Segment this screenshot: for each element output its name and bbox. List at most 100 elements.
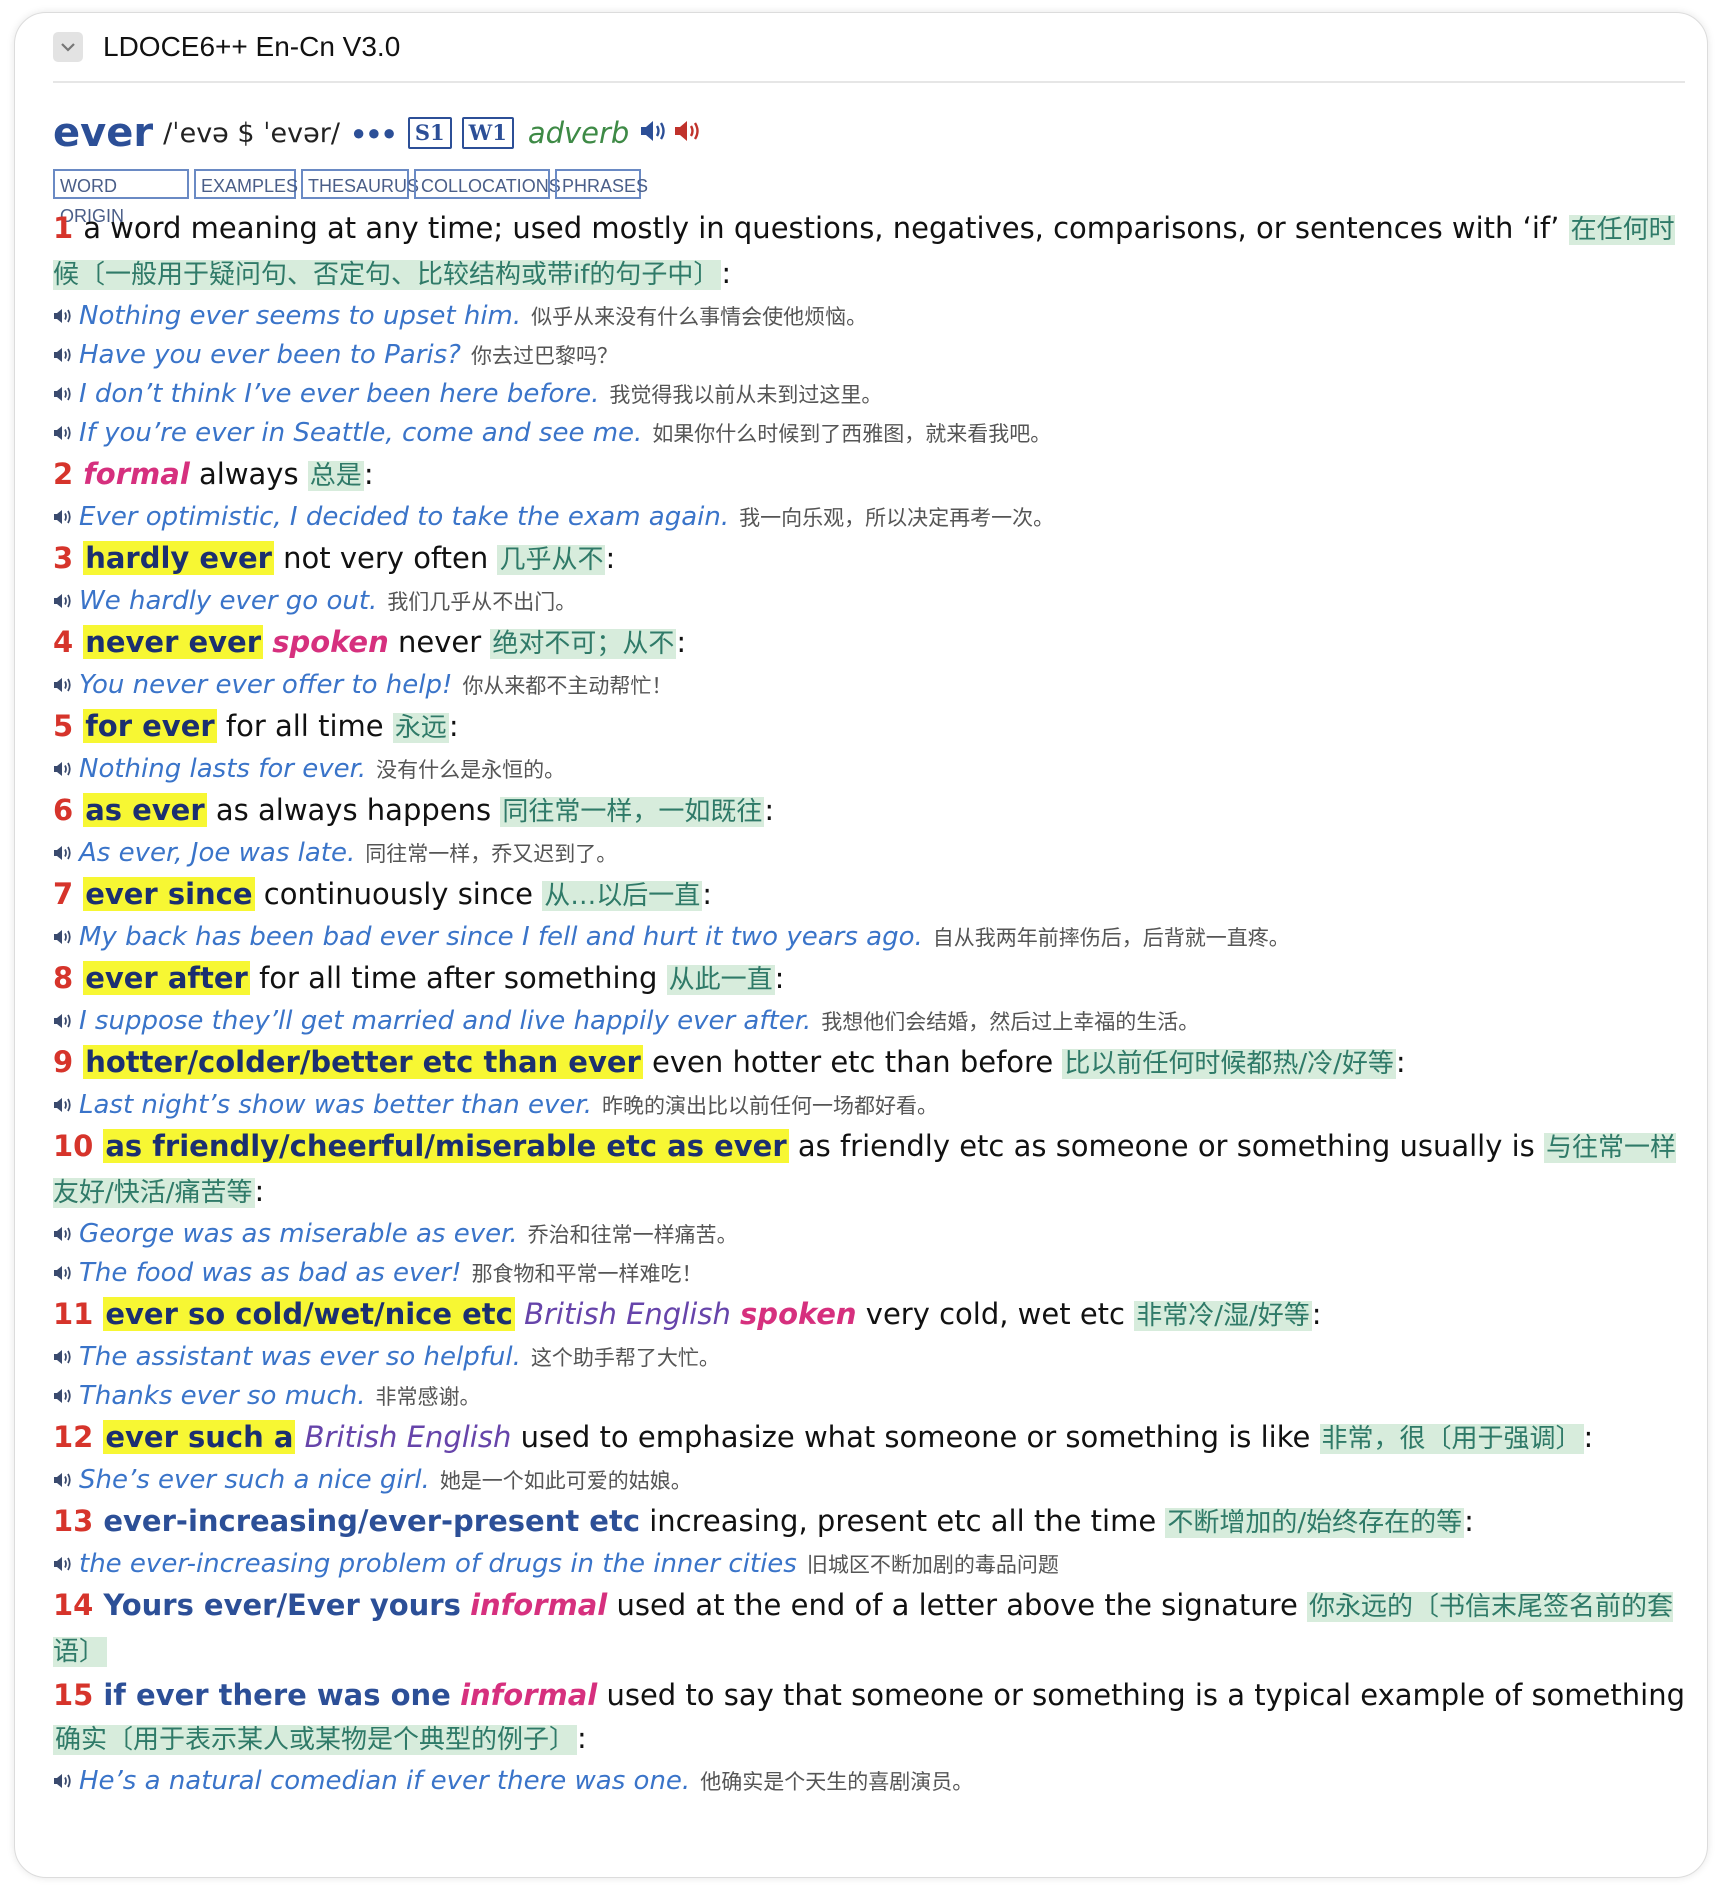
sense-number: 8	[53, 961, 74, 995]
speaker-icon[interactable]	[53, 337, 73, 375]
speaker-icon[interactable]	[53, 376, 73, 414]
register-label: spoken	[740, 1297, 857, 1331]
speaker-icon[interactable]	[53, 1003, 73, 1041]
sense-number: 9	[53, 1045, 74, 1079]
sense-translation: 从…以后一直	[542, 881, 703, 911]
example-english: I suppose they’ll get married and live h…	[79, 1006, 812, 1036]
speaker-icon[interactable]	[53, 1546, 73, 1584]
collapse-button[interactable]	[53, 32, 83, 62]
sense-colon: :	[577, 1721, 587, 1755]
sense-phrase: if ever there was one	[103, 1678, 451, 1712]
speaker-icon[interactable]	[53, 415, 73, 453]
speaker-icon[interactable]	[53, 1339, 73, 1377]
sense-number: 13	[53, 1504, 94, 1538]
example-english: Nothing ever seems to upset him.	[79, 301, 522, 331]
sense-list: 1 a word meaning at any time; used mostly…	[53, 207, 1693, 1801]
example-sentence: George was as miserable as ever. 乔治和往常一样痛…	[53, 1215, 1693, 1254]
sense-definition: used at the end of a letter above the si…	[616, 1588, 1298, 1622]
example-english: As ever, Joe was late.	[79, 838, 356, 868]
example-translation: 那食物和平常一样难吃！	[471, 1262, 703, 1286]
sense-15: 15 if ever there was one informal used to…	[53, 1674, 1693, 1762]
dictionary-title: LDOCE6++ En-Cn V3.0	[103, 31, 401, 62]
speaker-icon[interactable]	[53, 919, 73, 957]
example-sentence: The food was as bad as ever! 那食物和平常一样难吃！	[53, 1254, 1693, 1293]
sense-2: 2 formal always 总是:	[53, 453, 1693, 498]
example-sentence: I suppose they’ll get married and live h…	[53, 1002, 1693, 1041]
example-english: Ever optimistic, I decided to take the e…	[79, 502, 730, 532]
spoken-frequency-badge: S1	[407, 117, 452, 149]
speaker-icon[interactable]	[53, 667, 73, 705]
sense-5: 5 for ever for all time 永远:	[53, 705, 1693, 750]
header-divider	[53, 81, 1685, 83]
example-sentence: Thanks ever so much. 非常感谢。	[53, 1377, 1693, 1416]
speaker-icon[interactable]	[53, 298, 73, 336]
register-label: spoken	[272, 625, 389, 659]
example-translation: 如果你什么时候到了西雅图，就来看我吧。	[652, 422, 1052, 446]
sense-number: 14	[53, 1588, 94, 1622]
speaker-icon[interactable]	[53, 1763, 73, 1801]
sense-colon: :	[1395, 1045, 1406, 1079]
speaker-icon[interactable]	[53, 1216, 73, 1254]
sense-translation: 确实〔用于表示某人或某物是个典型的例子〕	[53, 1725, 578, 1755]
part-of-speech: adverb	[527, 116, 630, 150]
sense-colon: :	[702, 877, 713, 911]
example-english: Have you ever been to Paris?	[79, 340, 461, 370]
example-sentence: the ever-increasing problem of drugs in …	[53, 1545, 1693, 1584]
speaker-icon[interactable]	[53, 1255, 73, 1293]
sense-colon: :	[363, 457, 374, 491]
sense-phrase: as friendly/cheerful/miserable etc as ev…	[103, 1129, 789, 1163]
example-translation: 似乎从来没有什么事情会使他烦恼。	[531, 305, 868, 329]
speaker-icon[interactable]	[53, 835, 73, 873]
speaker-us-icon[interactable]	[673, 118, 703, 149]
example-english: the ever-increasing problem of drugs in …	[79, 1549, 797, 1579]
tab-word-origin[interactable]: WORD ORIGIN	[53, 169, 189, 226]
sense-1: 1 a word meaning at any time; used mostly…	[53, 207, 1693, 297]
example-sentence: I don’t think I’ve ever been here before…	[53, 375, 1693, 414]
speaker-icon[interactable]	[53, 1378, 73, 1416]
sense-definition: continuously since	[263, 877, 534, 911]
tab-collocations[interactable]: COLLOCATIONS	[414, 169, 561, 199]
sense-definition: even hotter etc than before	[652, 1045, 1054, 1079]
tab-thesaurus[interactable]: THESAURUS	[301, 169, 419, 199]
speaker-uk-icon[interactable]	[639, 118, 669, 149]
sense-4: 4 never ever spoken never 绝对不可；从不:	[53, 621, 1693, 666]
headword: ever	[53, 110, 154, 156]
frequency-dots: ●●●	[351, 120, 398, 145]
sense-colon: :	[448, 709, 459, 743]
speaker-icon[interactable]	[53, 1087, 73, 1125]
sense-colon: :	[764, 793, 775, 827]
sense-7: 7 ever since continuously since 从…以后一直:	[53, 873, 1693, 918]
speaker-icon[interactable]	[53, 1462, 73, 1500]
sense-translation: 同往常一样，一如既往	[500, 797, 765, 827]
example-translation: 我想他们会结婚，然后过上幸福的生活。	[821, 1010, 1200, 1034]
sense-colon: :	[1464, 1504, 1474, 1538]
pronunciation: /ˈevə $ ˈevər/	[163, 117, 340, 149]
sense-8: 8 ever after for all time after something…	[53, 957, 1693, 1002]
example-translation: 她是一个如此可爱的姑娘。	[439, 1469, 692, 1493]
example-sentence: He’s a natural comedian if ever there wa…	[53, 1762, 1693, 1801]
dictionary-panel: LDOCE6++ En-Cn V3.0 ever /ˈevə $ ˈevər/ …	[14, 12, 1708, 1878]
example-sentence: She’s ever such a nice girl. 她是一个如此可爱的姑娘。	[53, 1461, 1693, 1500]
example-translation: 你从来都不主动帮忙！	[462, 674, 673, 698]
sense-definition: as friendly etc as someone or something …	[797, 1129, 1535, 1163]
sense-phrase: for ever	[83, 709, 217, 743]
speaker-icon[interactable]	[53, 499, 73, 537]
example-sentence: Have you ever been to Paris? 你去过巴黎吗？	[53, 336, 1693, 375]
sense-translation: 非常冷/湿/好等	[1134, 1301, 1312, 1331]
sense-definition: as always happens	[215, 793, 492, 827]
example-sentence: Ever optimistic, I decided to take the e…	[53, 498, 1693, 537]
sense-translation: 绝对不可；从不	[490, 629, 677, 659]
sense-10: 10 as friendly/cheerful/miserable etc as …	[53, 1125, 1693, 1215]
example-translation: 非常感谢。	[375, 1385, 481, 1409]
written-frequency-badge: W1	[461, 117, 514, 149]
speaker-icon[interactable]	[53, 751, 73, 789]
speaker-icon[interactable]	[53, 583, 73, 621]
sense-colon: :	[1583, 1420, 1594, 1454]
sense-translation: 永远	[392, 713, 449, 743]
example-translation: 我觉得我以前从未到过这里。	[609, 383, 883, 407]
example-english: The food was as bad as ever!	[79, 1258, 462, 1288]
tab-examples[interactable]: EXAMPLES	[194, 169, 298, 199]
tab-phrases[interactable]: PHRASES	[555, 169, 648, 199]
sense-6: 6 as ever as always happens 同往常一样，一如既往:	[53, 789, 1693, 834]
sense-number: 7	[53, 877, 74, 911]
